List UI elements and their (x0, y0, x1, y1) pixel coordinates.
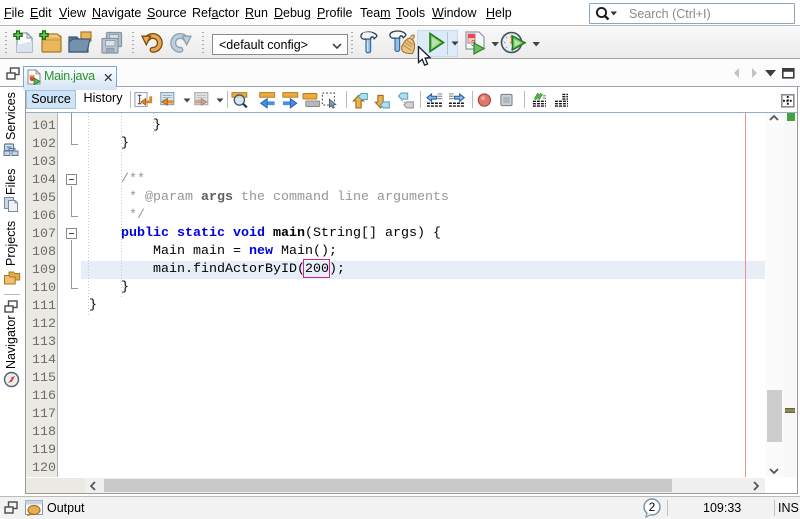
svg-text:2: 2 (649, 502, 655, 514)
